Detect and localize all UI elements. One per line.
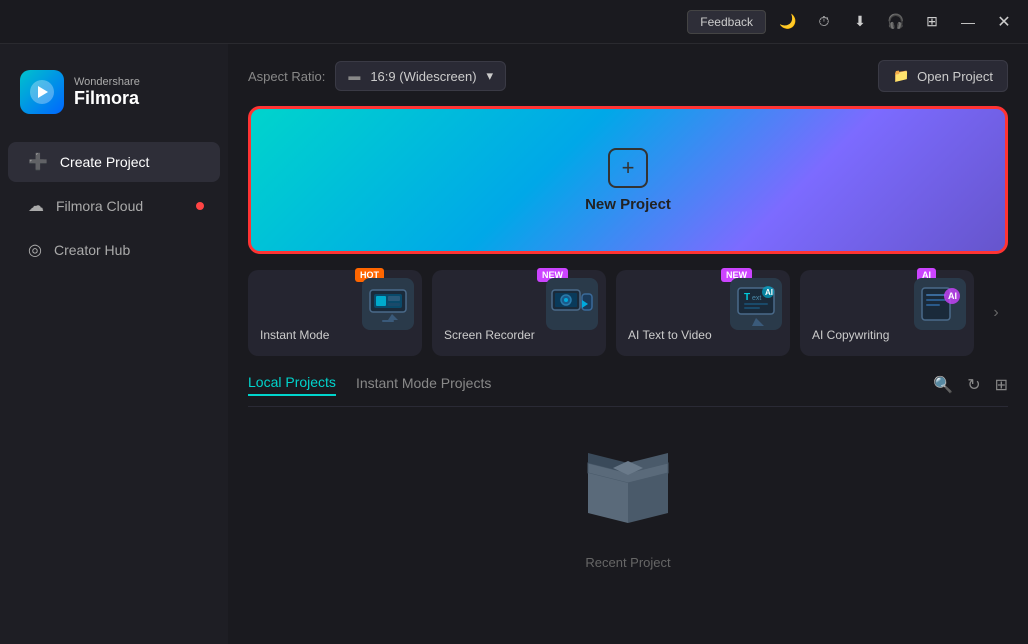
sidebar-item-create-project[interactable]: ➕ Create Project [8, 142, 220, 182]
ai-copywriting-label: AI Copywriting [812, 328, 962, 342]
grid-view-icon[interactable]: ⊞ [995, 375, 1008, 395]
logo-icon [20, 70, 64, 114]
refresh-icon[interactable]: ↻ [967, 375, 980, 395]
close-button[interactable]: ✕ [990, 8, 1018, 36]
new-project-card[interactable]: + New Project [248, 106, 1008, 254]
sidebar-item-filmora-cloud[interactable]: ☁ Filmora Cloud [8, 186, 220, 226]
logo-product: Filmora [74, 88, 140, 109]
tab-local-projects[interactable]: Local Projects [248, 374, 336, 396]
screen-recorder-icon [546, 278, 598, 330]
open-project-button[interactable]: 📁 Open Project [878, 60, 1008, 92]
svg-text:AI: AI [948, 291, 957, 301]
sidebar-item-label: Create Project [60, 154, 149, 170]
scroll-right-arrow[interactable]: › [984, 270, 1008, 356]
tabs-actions: 🔍 ↻ ⊞ [933, 375, 1008, 395]
titlebar: Feedback 🌙 ⏱ ⬇ 🎧 ⊞ — ✕ [0, 0, 1028, 44]
download-icon[interactable]: ⬇ [846, 8, 874, 36]
svg-text:T: T [744, 292, 750, 303]
sidebar-item-creator-hub[interactable]: ◎ Creator Hub [8, 230, 220, 270]
aspect-ratio-selector[interactable]: ▬ 16:9 (Widescreen) ▾ [335, 61, 506, 91]
logo-brand: Wondershare [74, 76, 140, 88]
create-project-icon: ➕ [28, 152, 48, 172]
logo-text: Wondershare Filmora [74, 76, 140, 109]
search-icon[interactable]: 🔍 [933, 375, 953, 395]
app-layout: Wondershare Filmora ➕ Create Project ☁ F… [0, 44, 1028, 644]
feature-card-ai-copywriting[interactable]: AI AI AI Copywriting [800, 270, 974, 356]
instant-mode-icon [362, 278, 414, 330]
projects-section: Local Projects Instant Mode Projects 🔍 ↻… [248, 374, 1008, 570]
sidebar-item-label: Creator Hub [54, 242, 130, 258]
feature-card-screen-recorder[interactable]: NEW Screen Recorder [432, 270, 606, 356]
timer-icon[interactable]: ⏱ [810, 8, 838, 36]
theme-toggle-icon[interactable]: 🌙 [774, 8, 802, 36]
empty-box-icon [578, 453, 678, 543]
grid-icon[interactable]: ⊞ [918, 8, 946, 36]
folder-icon: 📁 [893, 68, 909, 84]
empty-state: Recent Project [248, 423, 1008, 570]
aspect-ratio-label: Aspect Ratio: [248, 69, 325, 84]
aspect-ratio-value: 16:9 (Widescreen) [370, 69, 476, 84]
feedback-button[interactable]: Feedback [687, 10, 766, 34]
sidebar-item-label: Filmora Cloud [56, 198, 143, 214]
new-project-label: New Project [585, 196, 671, 213]
instant-mode-label: Instant Mode [260, 328, 410, 342]
feature-card-ai-text-to-video[interactable]: NEW T ext AI AI Text to Video [616, 270, 790, 356]
new-project-plus-icon: + [608, 148, 648, 188]
headset-icon[interactable]: 🎧 [882, 8, 910, 36]
feature-cards-row: HOT Instant Mode NEW [248, 270, 1008, 356]
svg-text:ext: ext [752, 295, 761, 302]
recent-project-label: Recent Project [585, 555, 670, 570]
minimize-button[interactable]: — [954, 8, 982, 36]
main-content: Aspect Ratio: ▬ 16:9 (Widescreen) ▾ 📁 Op… [228, 44, 1028, 644]
aspect-ratio-chevron: ▾ [487, 68, 494, 84]
ai-text-to-video-label: AI Text to Video [628, 328, 778, 342]
creator-hub-icon: ◎ [28, 240, 42, 260]
notification-dot [196, 202, 204, 210]
ai-text-to-video-icon: T ext AI [730, 278, 782, 330]
open-project-label: Open Project [917, 69, 993, 84]
filmora-cloud-icon: ☁ [28, 196, 44, 216]
top-bar: Aspect Ratio: ▬ 16:9 (Widescreen) ▾ 📁 Op… [248, 60, 1008, 92]
projects-tabs: Local Projects Instant Mode Projects 🔍 ↻… [248, 374, 1008, 407]
feature-card-instant-mode[interactable]: HOT Instant Mode [248, 270, 422, 356]
screen-recorder-label: Screen Recorder [444, 328, 594, 342]
svg-text:AI: AI [765, 288, 773, 297]
app-logo: Wondershare Filmora [0, 60, 228, 138]
ai-copywriting-icon: AI [914, 278, 966, 330]
tab-instant-mode-projects[interactable]: Instant Mode Projects [356, 375, 491, 395]
sidebar: Wondershare Filmora ➕ Create Project ☁ F… [0, 44, 228, 644]
